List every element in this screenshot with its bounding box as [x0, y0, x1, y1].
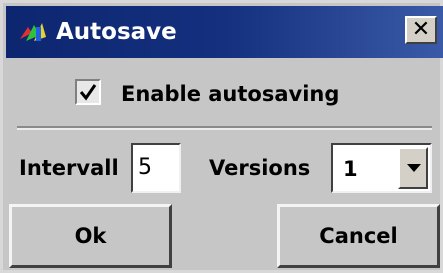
versions-dropdown-button[interactable]: [398, 147, 428, 189]
versions-select[interactable]: 1: [331, 143, 432, 193]
versions-label: Versions: [209, 156, 311, 180]
check-icon: [79, 84, 97, 101]
chevron-down-icon: [407, 164, 421, 172]
interval-label: Intervall: [19, 156, 119, 180]
versions-selected-value: 1: [343, 157, 358, 181]
enable-autosave-row: Enable autosaving: [3, 71, 443, 115]
enable-autosave-label[interactable]: Enable autosaving: [121, 81, 339, 107]
divider: [17, 126, 432, 130]
window-title: Autosave: [56, 19, 177, 45]
enable-autosave-checkbox[interactable]: [75, 79, 101, 105]
close-icon: ✕: [411, 17, 431, 42]
autosave-dialog: Autosave ✕ Enable autosaving Intervall 5…: [0, 0, 443, 273]
close-button[interactable]: ✕: [405, 16, 437, 44]
title-bar[interactable]: Autosave ✕: [6, 6, 443, 58]
interval-input[interactable]: 5: [131, 143, 181, 193]
ok-button[interactable]: Ok: [9, 204, 172, 268]
app-icon: [18, 19, 48, 45]
cancel-button[interactable]: Cancel: [277, 204, 440, 268]
